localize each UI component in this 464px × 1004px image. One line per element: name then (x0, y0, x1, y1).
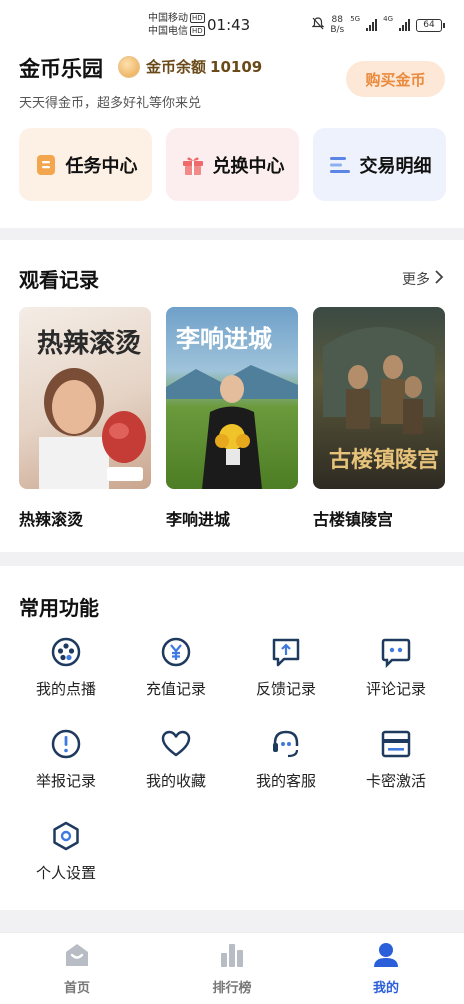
carrier-info: 中国移动 HD 中国电信 HD (148, 12, 205, 38)
card-activation-button[interactable]: 卡密激活 (341, 728, 451, 808)
nav-ranking-label: 排行榜 (212, 981, 252, 996)
nav-home-label: 首页 (63, 981, 90, 996)
report-records-label: 举报记录 (35, 772, 96, 790)
feedback-records-label: 反馈记录 (255, 680, 316, 698)
svg-text:李响进城: 李响进城 (176, 324, 272, 353)
mute-icon (311, 17, 325, 33)
my-vod-button[interactable]: 我的点播 (11, 636, 121, 716)
svg-text:热辣滚烫: 热辣滚烫 (37, 328, 141, 359)
list-icon (328, 153, 352, 177)
my-vod-label: 我的点播 (35, 680, 96, 698)
headset-icon (270, 728, 302, 760)
poster-3[interactable]: 古楼镇陵宫 (313, 307, 445, 489)
customer-service-button[interactable]: 我的客服 (231, 728, 341, 808)
transaction-details-tile[interactable]: 交易明细 (313, 128, 446, 201)
feedback-records-button[interactable]: 反馈记录 (231, 636, 341, 716)
alert-icon (50, 728, 82, 760)
svg-text:古楼镇陵宫: 古楼镇陵宫 (329, 447, 439, 473)
nav-ranking[interactable]: 排行榜 (187, 941, 277, 996)
coin-balance-value: 10109 (210, 58, 263, 76)
transaction-details-label: 交易明细 (359, 155, 432, 177)
film-reel-icon (50, 636, 82, 668)
my-favorites-button[interactable]: 我的收藏 (121, 728, 231, 808)
comment-records-button[interactable]: 评论记录 (341, 636, 451, 716)
poster-2[interactable]: 李响进城 (166, 307, 298, 489)
ranking-icon (218, 944, 246, 973)
more-label: 更多 (402, 272, 430, 288)
hd-badge-2: HD (190, 26, 205, 36)
signal-2-label: 4G (383, 15, 393, 23)
carrier-2: 中国电信 (148, 26, 188, 37)
more-link[interactable]: 更多 (402, 269, 444, 289)
signal-1-label: 5G (350, 15, 361, 23)
task-center-label: 任务中心 (65, 155, 138, 177)
movie-title-2[interactable]: 李响进城 (166, 506, 230, 530)
coin-balance-label: 金币余额 (146, 58, 207, 76)
card-icon (380, 728, 412, 760)
card-activation-label: 卡密激活 (365, 772, 426, 790)
personal-settings-label: 个人设置 (35, 864, 96, 882)
task-center-tile[interactable]: 任务中心 (19, 128, 152, 201)
carrier-1: 中国移动 (148, 13, 188, 24)
poster-3-art: 古楼镇陵宫 (323, 327, 439, 473)
settings-hex-icon (50, 820, 82, 852)
status-bar: 中国移动 HD 中国电信 HD 01:43 88 B/s 5G 4G 64 (0, 0, 464, 42)
gift-icon (181, 153, 205, 177)
battery-icon: 64 (416, 18, 445, 32)
bottom-nav: 首页 排行榜 我的 (0, 932, 464, 1004)
yen-circle-icon (160, 636, 192, 668)
net-speed-value: 88 (331, 15, 343, 25)
coin-balance: 金币余额 10109 (146, 56, 262, 77)
exchange-center-tile[interactable]: 兑换中心 (166, 128, 299, 201)
poster-1[interactable]: 热辣滚烫 (19, 307, 151, 489)
movie-title-3[interactable]: 古楼镇陵宫 (313, 506, 393, 530)
personal-settings-button[interactable]: 个人设置 (11, 820, 121, 900)
poster-2-art: 李响进城 (166, 324, 298, 489)
report-records-button[interactable]: 举报记录 (11, 728, 121, 808)
clock: 01:43 (207, 16, 251, 34)
feedback-icon (270, 636, 302, 668)
movie-title-1[interactable]: 热辣滚烫 (19, 506, 83, 530)
poster-1-art: 热辣滚烫 (37, 328, 146, 489)
net-speed: 88 B/s (330, 15, 344, 35)
profile-icon (372, 943, 400, 973)
common-functions-section: 常用功能 我的点播 充值记录 反馈记录 评论记录 举报记录 我的收藏 我的客服 … (0, 566, 464, 910)
gold-subtitle: 天天得金币，超多好礼等你来兑 (19, 96, 202, 111)
task-icon (34, 153, 58, 177)
gold-section: 金币乐园 金币余额 10109 购买金币 天天得金币，超多好礼等你来兑 任务中心 … (0, 42, 464, 228)
net-speed-unit: B/s (330, 25, 345, 35)
heart-icon (160, 728, 192, 760)
nav-mine-label: 我的 (372, 981, 399, 996)
watch-history-title: 观看记录 (19, 268, 99, 292)
customer-service-label: 我的客服 (255, 772, 316, 790)
chevron-right-icon (434, 270, 444, 288)
coin-icon (118, 56, 140, 78)
home-icon (63, 944, 91, 973)
my-favorites-label: 我的收藏 (145, 772, 206, 790)
signal-1-bars-icon (366, 19, 378, 31)
buy-coins-button[interactable]: 购买金币 (346, 61, 445, 97)
recharge-records-label: 充值记录 (145, 680, 206, 698)
status-icons: 88 B/s 5G 4G 64 (311, 15, 445, 35)
nav-home[interactable]: 首页 (32, 941, 122, 996)
hd-badge-1: HD (190, 13, 205, 23)
signal-2-bars-icon (399, 19, 410, 31)
gold-title: 金币乐园 (19, 57, 103, 81)
comment-records-label: 评论记录 (365, 680, 426, 698)
recharge-records-button[interactable]: 充值记录 (121, 636, 231, 716)
watch-history-section: 观看记录 更多 热辣滚烫 李响进城 古楼镇陵宫 热辣滚烫 李响进城 古楼镇陵宫 (0, 240, 464, 552)
nav-mine[interactable]: 我的 (341, 941, 431, 996)
comment-icon (380, 636, 412, 669)
exchange-center-label: 兑换中心 (212, 155, 285, 177)
common-functions-title: 常用功能 (19, 596, 99, 620)
